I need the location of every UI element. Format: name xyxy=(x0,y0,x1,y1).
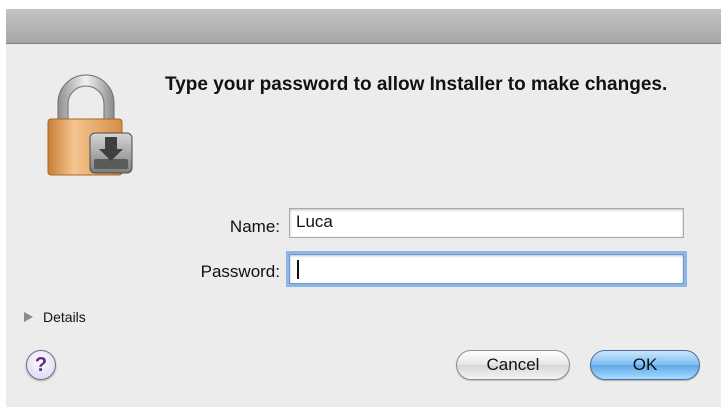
disclosure-triangle-icon[interactable] xyxy=(24,312,33,322)
password-field[interactable] xyxy=(289,254,684,284)
details-disclosure[interactable]: Details xyxy=(24,309,86,325)
ok-button-label: OK xyxy=(632,355,658,374)
authentication-dialog: Type your password to allow Installer to… xyxy=(0,0,723,407)
name-field[interactable]: Luca xyxy=(289,208,684,238)
lock-icon xyxy=(47,74,133,176)
name-label: Name: xyxy=(229,217,280,236)
help-button[interactable]: ? xyxy=(26,350,56,380)
ok-button[interactable]: OK xyxy=(590,350,700,380)
dialog-titlebar[interactable] xyxy=(6,9,721,44)
details-label: Details xyxy=(43,309,86,325)
password-label: Password: xyxy=(200,262,280,281)
text-caret xyxy=(297,260,299,279)
cancel-button-label: Cancel xyxy=(486,355,540,374)
cancel-button[interactable]: Cancel xyxy=(456,350,570,380)
help-icon: ? xyxy=(34,353,48,376)
dialog-message: Type your password to allow Installer to… xyxy=(165,74,668,95)
dialog-body: Type your password to allow Installer to… xyxy=(6,44,721,407)
